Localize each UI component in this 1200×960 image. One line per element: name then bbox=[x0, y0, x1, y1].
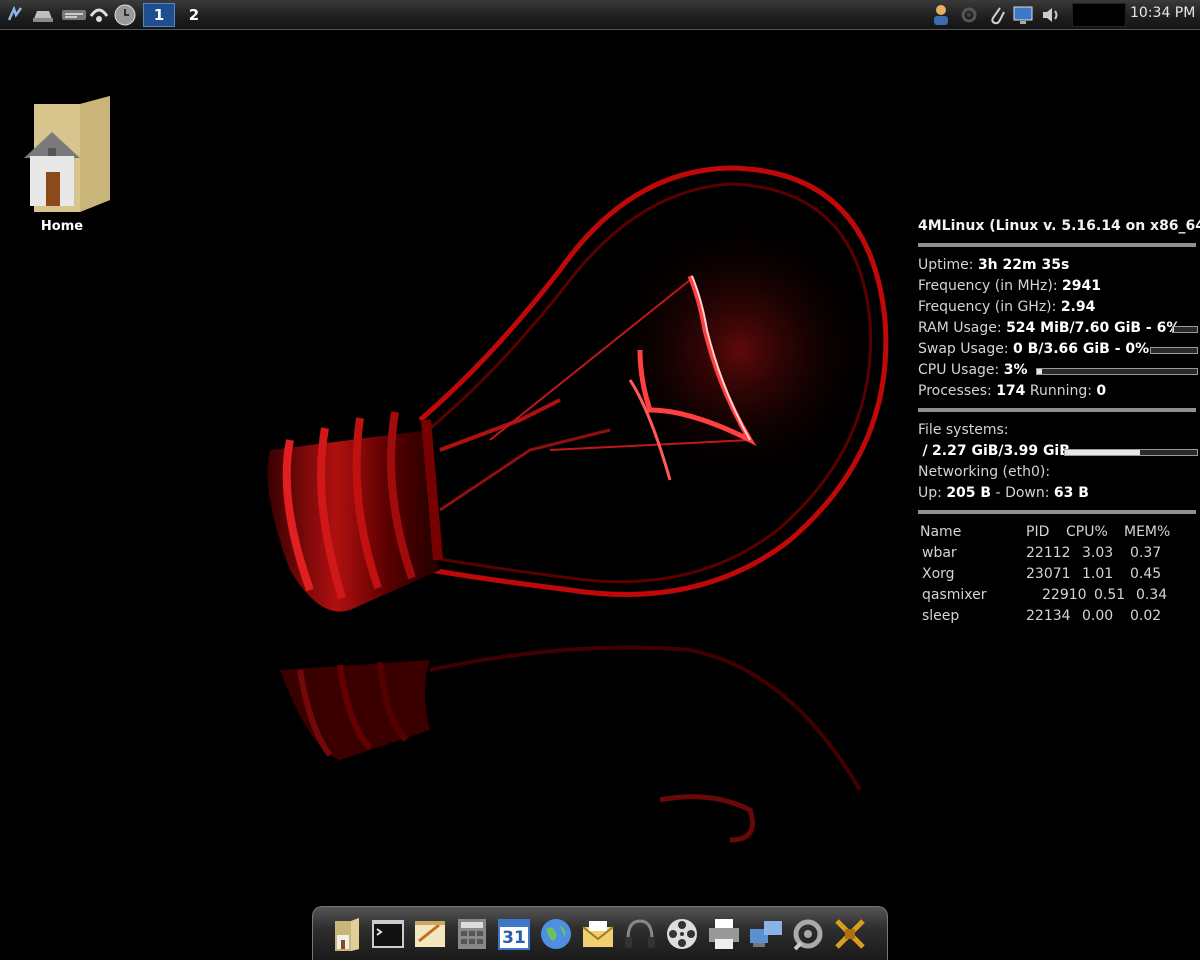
network-icon[interactable] bbox=[88, 4, 110, 26]
settings-tools-icon[interactable] bbox=[789, 915, 827, 953]
terminal-icon[interactable] bbox=[369, 915, 407, 953]
tray-area bbox=[1072, 3, 1126, 27]
user-icon[interactable] bbox=[930, 4, 952, 26]
process-table-header: Name PID CPU% MEM% bbox=[920, 524, 1171, 540]
process-row: wbar 22112 3.03 0.37 bbox=[922, 545, 1162, 561]
network-tools-icon[interactable] bbox=[747, 915, 785, 953]
bulb-reflection bbox=[280, 645, 862, 843]
mail-icon[interactable] bbox=[579, 915, 617, 953]
conky-title: 4MLinux (Linux v. 5.16.14 on x86_64) bbox=[918, 218, 1200, 234]
ram-usage-bar bbox=[1172, 326, 1198, 333]
web-browser-icon[interactable] bbox=[537, 915, 575, 953]
swap-usage-row: Swap Usage: 0 B/3.66 GiB - 0% bbox=[918, 339, 1198, 360]
processes-row: Processes: 174 Running: 0 bbox=[918, 383, 1107, 399]
conky-separator bbox=[918, 243, 1196, 247]
process-row: qasmixer 22910 0.51 0.34 bbox=[922, 587, 1168, 603]
ram-usage-row: RAM Usage: 524 MiB/7.60 GiB - 6% bbox=[918, 318, 1198, 339]
conky-separator bbox=[918, 510, 1196, 514]
cpu-usage-bar bbox=[1036, 368, 1198, 375]
panel-clock[interactable]: 10:34 PM bbox=[1130, 5, 1198, 25]
filesystem-usage-bar bbox=[1064, 449, 1198, 456]
workspace-1-button[interactable]: 1 bbox=[143, 3, 175, 27]
paperclip-icon[interactable] bbox=[986, 4, 1008, 26]
conky-system-monitor: 4MLinux (Linux v. 5.16.14 on x86_64) Upt… bbox=[918, 216, 1200, 627]
settings-icon[interactable] bbox=[958, 4, 980, 26]
frequency-mhz-row: Frequency (in MHz): 2941 bbox=[918, 278, 1102, 294]
bulb-base bbox=[267, 411, 443, 612]
frequency-ghz-row: Frequency (in GHz): 2.94 bbox=[918, 299, 1096, 315]
clock-app-icon[interactable] bbox=[114, 4, 136, 26]
calendar-day-label: 31 bbox=[502, 928, 526, 948]
volume-icon[interactable] bbox=[1040, 4, 1062, 26]
top-panel: 1 2 10:34 PM bbox=[0, 0, 1200, 30]
process-row: Xorg 23071 1.01 0.45 bbox=[922, 566, 1162, 582]
wbar-dock: 31 bbox=[312, 906, 888, 960]
filesystem-root-row: / 2.27 GiB/3.99 GiB bbox=[918, 441, 1198, 462]
networking-label: Networking (eth0): bbox=[918, 464, 1051, 480]
audio-player-icon[interactable] bbox=[621, 915, 659, 953]
workspace-2-button[interactable]: 2 bbox=[178, 3, 210, 27]
games-icon[interactable] bbox=[831, 915, 869, 953]
keyboard-icon[interactable] bbox=[60, 4, 88, 26]
menu-icon[interactable] bbox=[4, 4, 26, 26]
swap-usage-bar bbox=[1150, 347, 1198, 354]
drive-icon[interactable] bbox=[30, 4, 56, 26]
home-folder-icon bbox=[24, 96, 110, 212]
cpu-usage-row: CPU Usage: 3% bbox=[918, 360, 1198, 381]
process-row: sleep 22134 0.00 0.02 bbox=[922, 608, 1162, 624]
filesystems-label: File systems: bbox=[918, 422, 1009, 438]
file-manager-icon[interactable] bbox=[327, 915, 365, 953]
calendar-icon[interactable]: 31 bbox=[495, 915, 533, 953]
calculator-icon[interactable] bbox=[453, 915, 491, 953]
conky-separator bbox=[918, 408, 1196, 412]
printer-icon[interactable] bbox=[705, 915, 743, 953]
desktop-icon-label: Home bbox=[40, 219, 84, 234]
wallpaper-lightbulb-image bbox=[267, 165, 889, 843]
text-editor-icon[interactable] bbox=[411, 915, 449, 953]
desktop-icon-home[interactable]: Home bbox=[20, 92, 110, 238]
network-traffic-row: Up: 205 B - Down: 63 B bbox=[918, 485, 1089, 501]
video-player-icon[interactable] bbox=[663, 915, 701, 953]
monitor-icon[interactable] bbox=[1012, 4, 1034, 26]
uptime-row: Uptime: 3h 22m 35s bbox=[918, 257, 1070, 273]
